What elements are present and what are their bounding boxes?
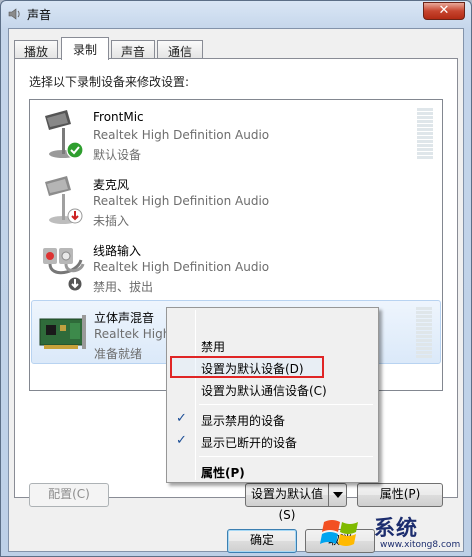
sound-card-icon	[39, 315, 86, 349]
menu-item-label: 显示禁用的设备	[201, 414, 286, 428]
device-driver: Realtek High Definition Audio	[93, 194, 270, 208]
tab-playback[interactable]: 播放	[14, 40, 58, 59]
check-icon: ✓	[176, 433, 187, 448]
window-title: 声音	[27, 8, 52, 22]
device-status: 禁用、拔出	[93, 280, 154, 294]
device-item[interactable]: 麦克风 Realtek High Definition Audio 未插入	[31, 168, 441, 232]
menu-item-label: 显示已断开的设备	[201, 436, 298, 450]
device-status: 准备就绪	[94, 347, 143, 361]
device-driver: Realtek High Definition Audio	[93, 260, 270, 274]
close-button[interactable]: ✕	[423, 2, 465, 20]
menu-separator	[199, 456, 373, 457]
device-item[interactable]: FrontMic Realtek High Definition Audio 默…	[31, 102, 441, 166]
menu-item-set-default[interactable]: 设置为默认设备(D)	[170, 356, 375, 378]
watermark-text: 系统	[374, 515, 418, 540]
default-check-badge	[66, 141, 84, 159]
menu-item-disable[interactable]: 禁用	[170, 334, 375, 356]
watermark-url: www.xitong8.com	[380, 540, 461, 550]
tab-communications[interactable]: 通信	[157, 40, 203, 59]
menu-item-show-disabled[interactable]: ✓ 显示禁用的设备	[170, 408, 375, 430]
device-name: 线路输入	[93, 244, 142, 258]
device-item[interactable]: 线路输入 Realtek High Definition Audio 禁用、拔出	[31, 234, 441, 298]
line-in-jack-icon	[43, 248, 85, 292]
title-bar[interactable]: 声音 ✕	[1, 1, 471, 27]
speaker-icon	[8, 8, 20, 20]
chevron-down-icon[interactable]	[328, 484, 346, 506]
device-status: 未插入	[93, 214, 130, 228]
microphone-icon	[45, 110, 84, 159]
ok-button[interactable]: 确定	[227, 529, 297, 553]
menu-item-set-default-comm[interactable]: 设置为默认通信设备(C)	[170, 378, 375, 400]
set-default-split-button[interactable]: 设置为默认值(S)	[245, 483, 347, 522]
context-menu: 禁用 设置为默认设备(D) 设置为默认通信设备(C) ✓ 显示禁用的设备 ✓ 显…	[166, 307, 379, 483]
configure-button[interactable]: 配置(C)	[29, 483, 109, 507]
tab-sounds[interactable]: 声音	[111, 40, 155, 59]
device-name: 立体声混音	[94, 311, 155, 325]
device-status: 默认设备	[93, 148, 142, 162]
menu-separator	[199, 404, 373, 405]
device-name: 麦克风	[93, 178, 130, 192]
device-name: FrontMic	[93, 110, 144, 124]
level-meter	[417, 108, 433, 160]
watermark: 系统 www.xitong8.com	[318, 510, 468, 554]
menu-item-properties[interactable]: 属性(P)	[170, 460, 375, 482]
instruction-text: 选择以下录制设备来修改设置:	[29, 75, 190, 89]
check-icon: ✓	[176, 411, 187, 426]
microphone-icon	[45, 176, 83, 224]
properties-button[interactable]: 属性(P)	[357, 483, 443, 507]
tab-recording[interactable]: 录制	[61, 37, 109, 60]
set-default-label: 设置为默认值(S)	[250, 487, 323, 522]
menu-item-show-disconnected[interactable]: ✓ 显示已断开的设备	[170, 430, 375, 452]
level-meter	[416, 307, 432, 359]
windows-logo-icon	[320, 520, 358, 546]
device-driver: Realtek High Definition Audio	[93, 128, 270, 142]
